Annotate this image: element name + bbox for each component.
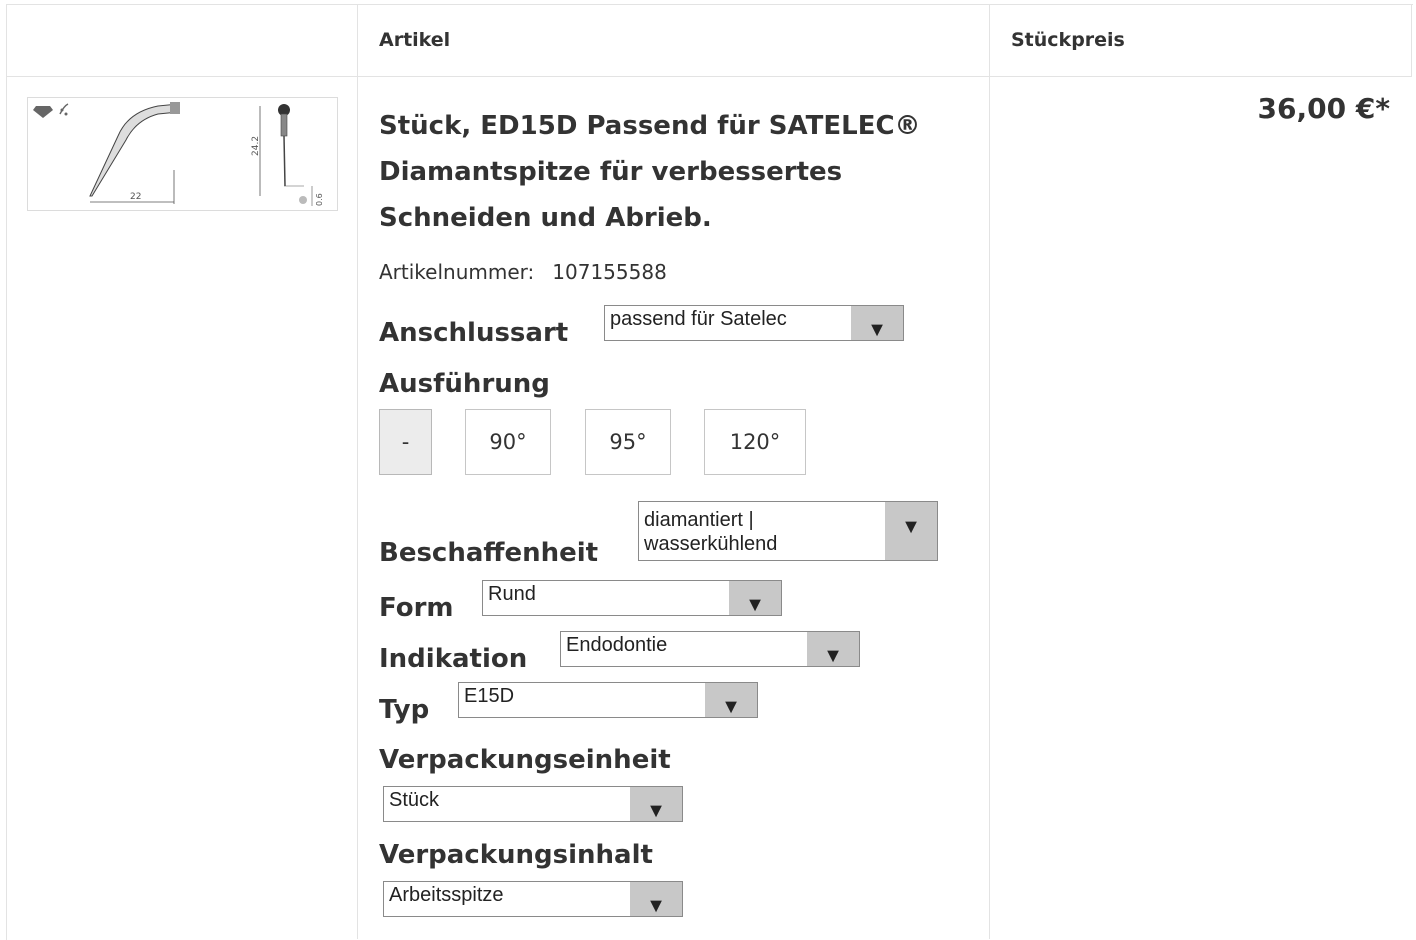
unit-price: 36,00 €* <box>1257 92 1390 125</box>
triangle-down-icon: ▼ <box>807 632 859 667</box>
verpackungsinhalt-select[interactable]: Arbeitsspitze ▼ <box>383 881 683 917</box>
verpackungseinheit-select[interactable]: Stück ▼ <box>383 786 683 822</box>
indikation-select[interactable]: Endodontie ▼ <box>560 631 860 667</box>
ausfuehrung-label: Ausführung <box>379 369 550 399</box>
triangle-down-icon: ▼ <box>630 882 682 917</box>
beschaffenheit-select[interactable]: diamantiert | wasserkühlend ▼ <box>638 501 938 561</box>
form-value: Rund <box>488 583 536 605</box>
anschlussart-select[interactable]: passend für Satelec ▼ <box>604 305 904 341</box>
triangle-down-icon: ▼ <box>729 581 781 616</box>
column-divider <box>989 4 990 939</box>
form-select[interactable]: Rund ▼ <box>482 580 782 616</box>
verpackungseinheit-value: Stück <box>389 789 440 811</box>
column-header-article: Artikel <box>379 29 451 51</box>
ausfuehrung-option-95[interactable]: 95° <box>585 409 671 475</box>
typ-select[interactable]: E15D ▼ <box>458 682 758 718</box>
column-divider <box>357 4 358 939</box>
ausfuehrung-option-120[interactable]: 120° <box>704 409 806 475</box>
anschlussart-label: Anschlussart <box>379 318 569 348</box>
article-number: 107155588 <box>552 260 667 284</box>
column-header-unit-price: Stückpreis <box>1011 29 1125 51</box>
verpackungseinheit-label: Verpackungseinheit <box>379 745 671 775</box>
article-number-label: Artikelnummer: <box>379 260 535 284</box>
ausfuehrung-option-none[interactable]: - <box>379 409 432 475</box>
dimension-length: 22 <box>130 192 141 202</box>
form-label: Form <box>379 593 454 623</box>
beschaffenheit-label: Beschaffenheit <box>379 538 599 568</box>
typ-label: Typ <box>379 695 430 725</box>
triangle-down-icon: ▼ <box>885 502 937 560</box>
header-row-divider <box>6 76 1412 77</box>
product-image[interactable]: 22 24.2 0.6 <box>27 97 338 211</box>
triangle-down-icon: ▼ <box>705 683 757 718</box>
column-divider <box>1411 4 1412 76</box>
anschlussart-value: passend für Satelec <box>610 308 787 330</box>
triangle-down-icon: ▼ <box>851 306 903 341</box>
verpackungsinhalt-label: Verpackungsinhalt <box>379 840 653 870</box>
product-title[interactable]: Stück, ED15D Passend für SATELEC® Diaman… <box>379 103 979 241</box>
verpackungsinhalt-value: Arbeitsspitze <box>389 884 504 906</box>
beschaffenheit-value: diamantiert | wasserkühlend <box>644 509 778 555</box>
diamond-icon <box>33 106 53 118</box>
article-number-row: Artikelnummer: 107155588 <box>379 260 667 284</box>
indikation-value: Endodontie <box>566 634 668 656</box>
typ-value: E15D <box>464 685 515 707</box>
dimension-height: 24.2 <box>251 136 261 156</box>
water-cooling-icon <box>59 103 69 116</box>
indikation-label: Indikation <box>379 644 528 674</box>
dimension-tip: 0.6 <box>315 193 324 206</box>
ausfuehrung-option-90[interactable]: 90° <box>465 409 551 475</box>
triangle-down-icon: ▼ <box>630 787 682 822</box>
